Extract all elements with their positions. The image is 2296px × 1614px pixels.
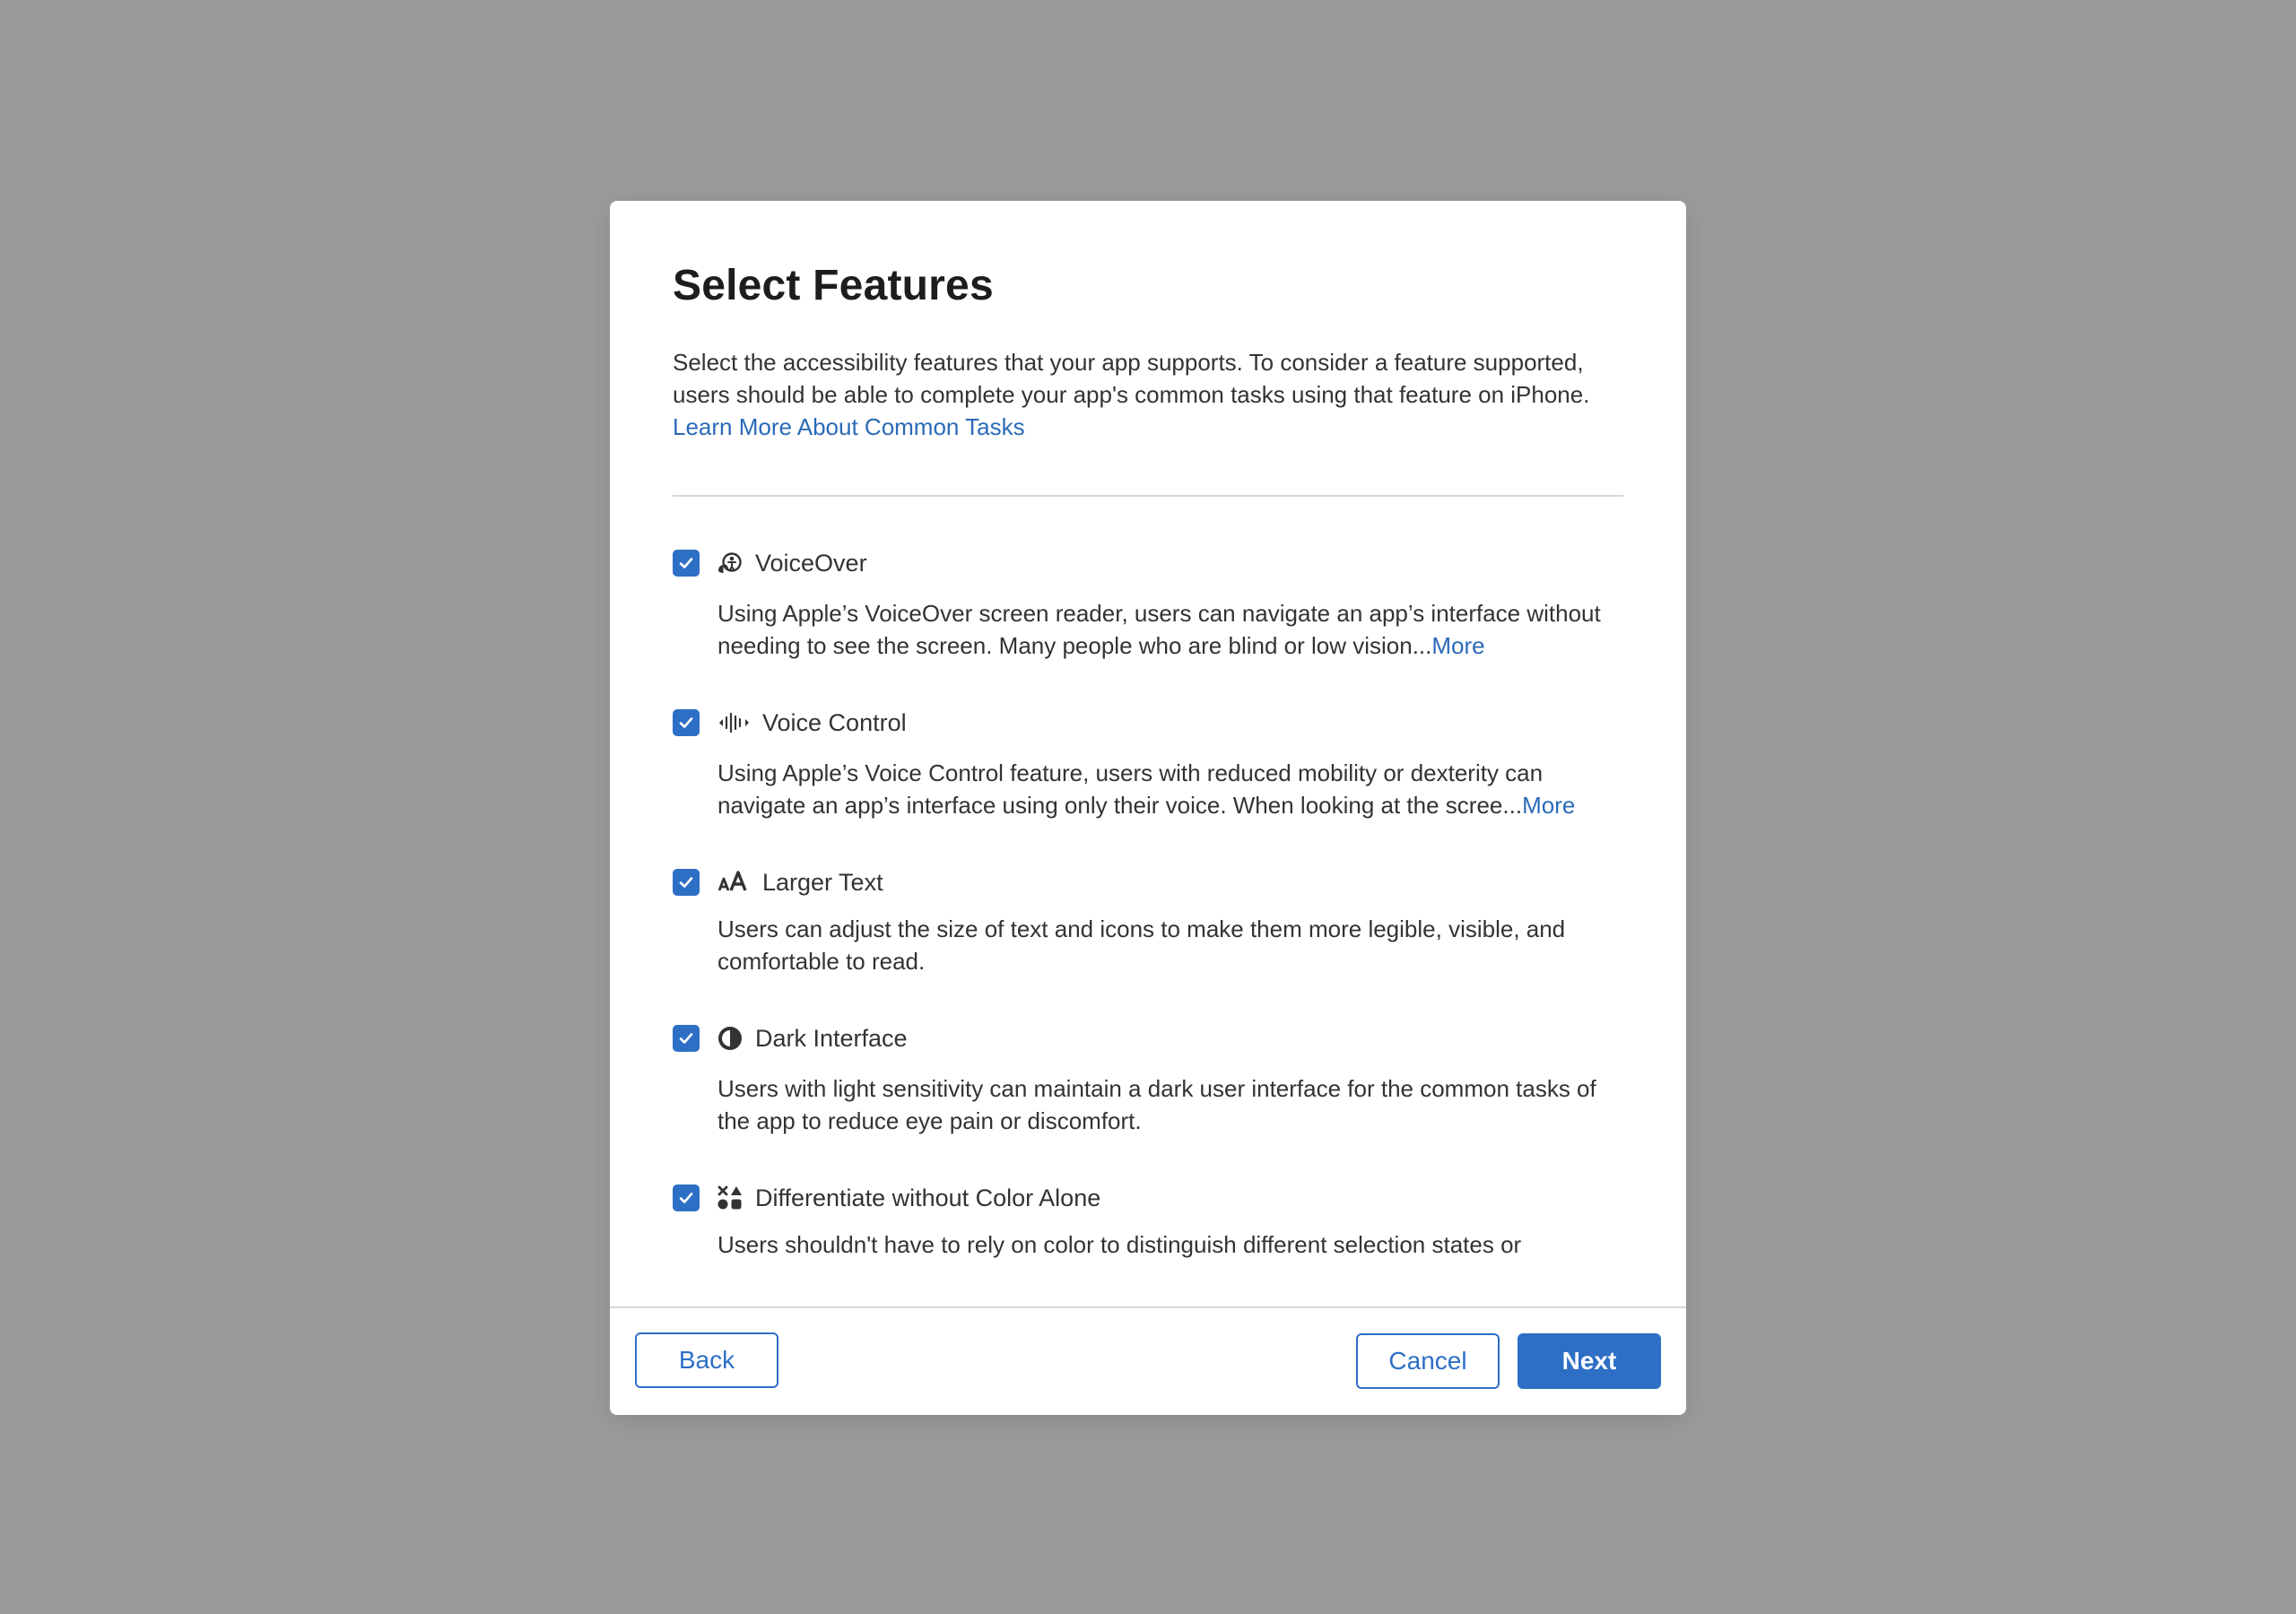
feature-description: Users with light sensitivity can maintai… — [718, 1075, 1596, 1134]
checkmark-icon — [679, 558, 693, 568]
larger-text-checkbox[interactable] — [673, 869, 700, 896]
checkmark-icon — [679, 1033, 693, 1044]
voiceover-checkbox[interactable] — [673, 550, 700, 577]
intro-paragraph: Select the accessibility features that y… — [673, 346, 1596, 443]
description-text: Using Apple’s Voice Control feature, use… — [718, 759, 1544, 819]
differentiate-color-icon — [716, 1184, 744, 1212]
feature-larger-text: Larger Text Users can adjust the size of… — [673, 868, 1623, 977]
dialog-title: Select Features — [673, 262, 994, 309]
more-link[interactable]: More — [1431, 632, 1484, 659]
feature-description: Users can adjust the size of text and ic… — [718, 915, 1566, 975]
feature-description: Using Apple’s VoiceOver screen reader, u… — [718, 597, 1623, 662]
intro-text: Select the accessibility features that y… — [673, 349, 1590, 408]
feature-voice-control: Voice Control Using Apple’s Voice Contro… — [673, 708, 1623, 821]
checkmark-icon — [679, 717, 693, 728]
cancel-button[interactable]: Cancel — [1356, 1333, 1500, 1389]
feature-label: Dark Interface — [755, 1025, 908, 1052]
select-features-dialog: Select Features Select the accessibility… — [610, 201, 1686, 1415]
voiceover-icon — [716, 549, 744, 577]
feature-description: Using Apple’s Voice Control feature, use… — [718, 757, 1623, 821]
next-button[interactable]: Next — [1518, 1333, 1661, 1389]
larger-text-icon — [718, 868, 752, 897]
voice-control-icon — [718, 708, 752, 737]
checkmark-icon — [679, 1193, 693, 1203]
feature-voiceover: VoiceOver Using Apple’s VoiceOver screen… — [673, 549, 1623, 662]
differentiate-color-checkbox[interactable] — [673, 1184, 700, 1211]
learn-more-link[interactable]: Learn More About Common Tasks — [673, 413, 1025, 440]
feature-label: Larger Text — [762, 869, 883, 896]
dark-interface-icon — [716, 1024, 744, 1053]
checkmark-icon — [679, 877, 693, 888]
dark-interface-checkbox[interactable] — [673, 1025, 700, 1052]
feature-differentiate-without-color: Differentiate without Color Alone Users … — [673, 1184, 1623, 1261]
dialog-footer: Back Cancel Next — [610, 1306, 1686, 1415]
feature-label: VoiceOver — [755, 550, 867, 577]
feature-label: Differentiate without Color Alone — [755, 1184, 1101, 1211]
feature-dark-interface: Dark Interface Users with light sensitiv… — [673, 1024, 1623, 1137]
feature-label: Voice Control — [762, 709, 907, 736]
voice-control-checkbox[interactable] — [673, 709, 700, 736]
more-link[interactable]: More — [1522, 792, 1575, 819]
feature-description: Users shouldn't have to rely on color to… — [718, 1231, 1522, 1258]
dialog-scroll-area[interactable]: Select Features Select the accessibility… — [610, 201, 1686, 1306]
back-button[interactable]: Back — [635, 1332, 778, 1388]
divider — [673, 495, 1623, 497]
feature-list: VoiceOver Using Apple’s VoiceOver screen… — [673, 549, 1623, 1261]
